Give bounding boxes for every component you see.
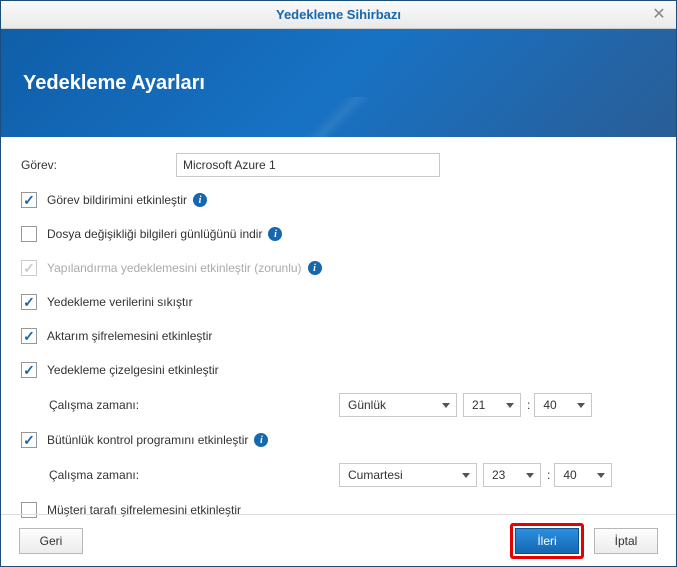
info-icon[interactable]: i bbox=[193, 193, 207, 207]
compress-checkbox[interactable] bbox=[21, 294, 37, 310]
hour1-select[interactable]: 21 bbox=[463, 393, 521, 417]
compress-row: Yedekleme verilerini sıkıştır bbox=[21, 291, 656, 313]
transferenc-label: Aktarım şifrelemesini etkinleştir bbox=[47, 329, 212, 343]
window-title: Yedekleme Sihirbazı bbox=[276, 7, 401, 22]
info-icon[interactable]: i bbox=[268, 227, 282, 241]
content-area: Görev: Görev bildirimini etkinleştir i D… bbox=[1, 137, 676, 521]
notification-checkbox[interactable] bbox=[21, 192, 37, 208]
highlight-box: İleri bbox=[510, 523, 584, 559]
configbackup-checkbox bbox=[21, 260, 37, 276]
hour1-value: 21 bbox=[472, 398, 485, 412]
titlebar: Yedekleme Sihirbazı ✕ bbox=[1, 1, 676, 29]
minute2-select[interactable]: 40 bbox=[554, 463, 612, 487]
runtime1-row: Çalışma zamanı: Günlük 21 : 40 bbox=[21, 393, 656, 417]
filechange-row: Dosya değişikliği bilgileri günlüğünü in… bbox=[21, 223, 656, 245]
runtime1-label: Çalışma zamanı: bbox=[49, 398, 339, 412]
footer: Geri İleri İptal bbox=[1, 514, 676, 566]
runtime2-row: Çalışma zamanı: Cumartesi 23 : 40 bbox=[21, 463, 656, 487]
frequency-select[interactable]: Günlük bbox=[339, 393, 457, 417]
info-icon[interactable]: i bbox=[308, 261, 322, 275]
filechange-checkbox[interactable] bbox=[21, 226, 37, 242]
header-banner: Yedekleme Ayarları bbox=[1, 29, 676, 137]
frequency-value: Günlük bbox=[348, 398, 386, 412]
day-value: Cumartesi bbox=[348, 468, 403, 482]
transferenc-row: Aktarım şifrelemesini etkinleştir bbox=[21, 325, 656, 347]
schedule-row: Yedekleme çizelgesini etkinleştir bbox=[21, 359, 656, 381]
minute2-value: 40 bbox=[563, 468, 576, 482]
schedule-label: Yedekleme çizelgesini etkinleştir bbox=[47, 363, 219, 377]
compress-label: Yedekleme verilerini sıkıştır bbox=[47, 295, 193, 309]
task-label: Görev: bbox=[21, 158, 176, 172]
day-select[interactable]: Cumartesi bbox=[339, 463, 477, 487]
time-separator: : bbox=[527, 398, 530, 412]
wizard-window: Yedekleme Sihirbazı ✕ Yedekleme Ayarları… bbox=[0, 0, 677, 567]
integrity-row: Bütünlük kontrol programını etkinleştir … bbox=[21, 429, 656, 451]
back-button[interactable]: Geri bbox=[19, 528, 83, 554]
hour2-value: 23 bbox=[492, 468, 505, 482]
task-input[interactable] bbox=[176, 153, 440, 177]
integrity-checkbox[interactable] bbox=[21, 432, 37, 448]
minute1-select[interactable]: 40 bbox=[534, 393, 592, 417]
configbackup-row: Yapılandırma yedeklemesini etkinleştir (… bbox=[21, 257, 656, 279]
cancel-button[interactable]: İptal bbox=[594, 528, 658, 554]
hour2-select[interactable]: 23 bbox=[483, 463, 541, 487]
runtime2-label: Çalışma zamanı: bbox=[49, 468, 339, 482]
close-icon[interactable]: ✕ bbox=[650, 5, 668, 23]
integrity-label: Bütünlük kontrol programını etkinleştir bbox=[47, 433, 248, 447]
info-icon[interactable]: i bbox=[254, 433, 268, 447]
notification-label: Görev bildirimini etkinleştir bbox=[47, 193, 187, 207]
configbackup-label: Yapılandırma yedeklemesini etkinleştir (… bbox=[47, 261, 302, 275]
notification-row: Görev bildirimini etkinleştir i bbox=[21, 189, 656, 211]
time-separator: : bbox=[547, 468, 550, 482]
schedule-checkbox[interactable] bbox=[21, 362, 37, 378]
transferenc-checkbox[interactable] bbox=[21, 328, 37, 344]
minute1-value: 40 bbox=[543, 398, 556, 412]
task-row: Görev: bbox=[21, 153, 656, 177]
next-button[interactable]: İleri bbox=[515, 528, 579, 554]
page-title: Yedekleme Ayarları bbox=[23, 72, 205, 95]
filechange-label: Dosya değişikliği bilgileri günlüğünü in… bbox=[47, 227, 262, 241]
